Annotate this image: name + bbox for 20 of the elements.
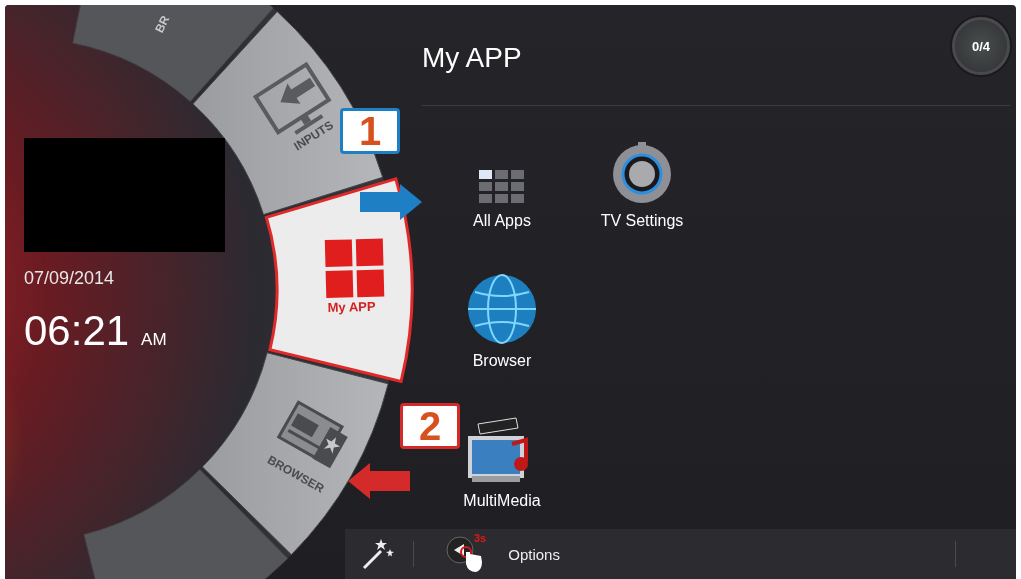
grid-icon bbox=[479, 170, 525, 204]
app-tiles-icon bbox=[324, 238, 385, 299]
meridiem-text: AM bbox=[141, 330, 167, 350]
app-tile[interactable]: All Apps bbox=[432, 114, 572, 238]
wheel-label: BR bbox=[152, 13, 173, 36]
hold-time: 3s bbox=[474, 532, 487, 544]
step-callout: 1 bbox=[340, 108, 400, 154]
wheel-segment[interactable] bbox=[72, 5, 274, 103]
step-callout: 2 bbox=[400, 403, 460, 449]
globe-icon bbox=[467, 274, 537, 344]
page-counter: 0/4 bbox=[952, 17, 1010, 75]
magic-wand-icon[interactable] bbox=[361, 537, 395, 571]
page-title: My APP bbox=[422, 41, 522, 74]
wheel-label: My APP bbox=[327, 298, 376, 316]
options-button[interactable]: Options bbox=[504, 541, 564, 567]
app-tile[interactable]: Browser bbox=[432, 254, 572, 378]
time-text: 06:21 bbox=[24, 307, 130, 355]
dial-icon bbox=[610, 140, 674, 204]
date-text: 07/09/2014 bbox=[24, 268, 115, 289]
app-tile[interactable]: TV Settings bbox=[572, 114, 712, 238]
